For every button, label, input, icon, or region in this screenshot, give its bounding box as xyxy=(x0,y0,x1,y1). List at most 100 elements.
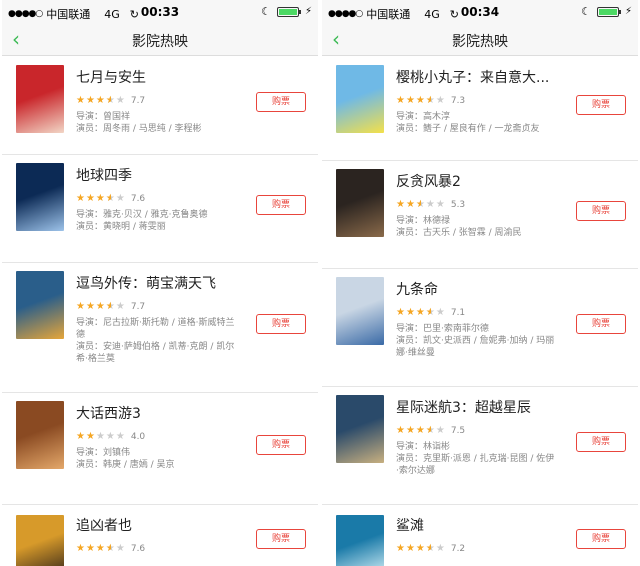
buy-ticket-button[interactable]: 购票 xyxy=(256,195,306,215)
moon-icon: ☾ xyxy=(581,5,591,18)
rating: ★★★★★★ 7.5 xyxy=(396,425,558,436)
rating: ★★★★★★ 7.2 xyxy=(396,543,558,554)
buy-ticket-button[interactable]: 购票 xyxy=(256,529,306,549)
rating: ★★★★★★ 7.6 xyxy=(76,543,238,554)
rating: ★★★★★★ 7.7 xyxy=(76,301,238,312)
movie-title[interactable]: 逗鸟外传：萌宝满天飞 xyxy=(76,273,238,293)
movie-director: 导演：雅克·贝汉 / 雅克·克鲁奥德 xyxy=(76,210,208,220)
movie-cast: 演员：凯文·史派西 / 詹妮弗·加纳 / 玛丽 娜·维丝曼 xyxy=(396,336,555,358)
rating: ★★★★★★ 5.3 xyxy=(396,199,558,210)
rating-score: 7.5 xyxy=(450,425,466,436)
movie-cast: 演员：周冬雨 / 马思纯 / 李程彬 xyxy=(76,124,202,134)
rating-score: 7.7 xyxy=(130,95,146,106)
movie-cast: 演员：黄晓明 / 蒋雯丽 xyxy=(76,222,166,232)
moon-icon: ☾ xyxy=(261,5,271,18)
star-rating-icon: ★★★★★★ xyxy=(76,95,126,106)
nav-bar: ‹ 影院热映 xyxy=(322,24,638,56)
movie-director: 导演：巴里·索南菲尔德 xyxy=(396,324,489,334)
movie-item[interactable]: 大话西游3 ★★★★★ 4.0 导演：刘镇伟演员：韩庚 / 唐嫣 / 吴京 购票 xyxy=(2,393,318,505)
rating: ★★★★★★ 7.1 xyxy=(396,307,558,318)
movie-director: 导演：林诣彬 xyxy=(396,442,451,452)
buy-ticket-button[interactable]: 购票 xyxy=(576,314,626,334)
movie-cast: 演员：鳍子 / 屋良有作 / 一龙斋贞友 xyxy=(396,124,540,134)
battery-icon xyxy=(276,6,301,17)
movie-item[interactable]: 七月与安生 ★★★★★★ 7.7 导演：曾国祥演员：周冬雨 / 马思纯 / 李程彬 购票 xyxy=(2,57,318,155)
rating-score: 4.0 xyxy=(130,431,146,442)
movie-title[interactable]: 地球四季 xyxy=(76,165,238,185)
battery-icon xyxy=(596,6,621,17)
buy-ticket-button[interactable]: 购票 xyxy=(256,314,306,334)
movie-item[interactable]: 九条命 ★★★★★★ 7.1 导演：巴里·索南菲尔德演员：凯文·史派西 / 詹妮弗·加… xyxy=(322,269,638,387)
movie-poster[interactable] xyxy=(336,65,384,133)
movie-poster[interactable] xyxy=(16,515,64,566)
left-screen: ●●●●○ 中国联通 4G ↻ 00:33 ☾ ⚡ ‹ 影院热映 七月与安生 ★★… xyxy=(2,0,318,566)
movie-poster[interactable] xyxy=(16,163,64,231)
star-rating-icon: ★★★★★★ xyxy=(396,199,446,210)
movie-director: 导演：尼古拉斯·斯托勒 / 道格·斯威特兰德 xyxy=(76,318,235,340)
movie-title[interactable]: 樱桃小丸子：来自意大... xyxy=(396,67,558,87)
movie-poster[interactable] xyxy=(336,515,384,566)
status-bar: ●●●●○ 中国联通 4G ↻ 00:34 ☾ ⚡ xyxy=(322,0,638,24)
rating-score: 5.3 xyxy=(450,199,466,210)
movie-title[interactable]: 星际迷航3：超越星辰 xyxy=(396,397,558,417)
page-title: 影院热映 xyxy=(452,34,508,50)
movie-item[interactable]: 逗鸟外传：萌宝满天飞 ★★★★★★ 7.7 导演：尼古拉斯·斯托勒 / 道格·斯威特兰… xyxy=(2,263,318,393)
movie-item[interactable]: 反贪风暴2 ★★★★★★ 5.3 导演：林德禄演员：古天乐 / 张智霖 / 周渝民 购票 xyxy=(322,161,638,269)
rating-score: 7.1 xyxy=(450,307,466,318)
movie-director: 导演：刘镇伟 xyxy=(76,448,131,458)
movie-director: 导演：曾国祥 xyxy=(76,112,131,122)
star-rating-icon: ★★★★★★ xyxy=(396,307,446,318)
movie-director: 导演：高木淳 xyxy=(396,112,451,122)
movie-poster[interactable] xyxy=(16,401,64,469)
star-rating-icon: ★★★★★★ xyxy=(396,95,446,106)
rating: ★★★★★★ 7.7 xyxy=(76,95,238,106)
movie-title[interactable]: 反贪风暴2 xyxy=(396,171,558,191)
movie-cast: 演员：古天乐 / 张智霖 / 周渝民 xyxy=(396,228,522,238)
movie-cast: 演员：安迪·萨姆伯格 / 凯蒂·克朗 / 凯尔 希·格兰莫 xyxy=(76,342,235,364)
movie-cast: 演员：克里斯·派恩 / 扎克瑞·昆图 / 佐伊 ·索尔达娜 xyxy=(396,454,555,476)
charging-icon: ⚡ xyxy=(304,6,312,17)
rating-score: 7.6 xyxy=(130,193,146,204)
movie-director: 导演：林德禄 xyxy=(396,216,451,226)
movie-item[interactable]: 樱桃小丸子：来自意大... ★★★★★★ 7.3 导演：高木淳演员：鳍子 / 屋良有作… xyxy=(322,57,638,161)
movie-title[interactable]: 追凶者也 xyxy=(76,515,238,535)
movie-poster[interactable] xyxy=(336,395,384,463)
movie-poster[interactable] xyxy=(336,277,384,345)
movie-title[interactable]: 大话西游3 xyxy=(76,403,238,423)
rating-score: 7.3 xyxy=(450,95,466,106)
star-rating-icon: ★★★★★ xyxy=(76,431,126,442)
rating-score: 7.6 xyxy=(130,543,146,554)
page-title: 影院热映 xyxy=(132,34,188,50)
status-bar: ●●●●○ 中国联通 4G ↻ 00:33 ☾ ⚡ xyxy=(2,0,318,24)
star-rating-icon: ★★★★★★ xyxy=(76,301,126,312)
movie-title[interactable]: 鲨滩 xyxy=(396,515,558,535)
buy-ticket-button[interactable]: 购票 xyxy=(576,529,626,549)
movie-title[interactable]: 七月与安生 xyxy=(76,67,238,87)
buy-ticket-button[interactable]: 购票 xyxy=(256,92,306,112)
rating-score: 7.7 xyxy=(130,301,146,312)
movie-poster[interactable] xyxy=(16,65,64,133)
star-rating-icon: ★★★★★★ xyxy=(396,543,446,554)
movie-poster[interactable] xyxy=(336,169,384,237)
buy-ticket-button[interactable]: 购票 xyxy=(576,201,626,221)
star-rating-icon: ★★★★★★ xyxy=(76,193,126,204)
rating: ★★★★★★ 7.6 xyxy=(76,193,238,204)
movie-item[interactable]: 鲨滩 ★★★★★★ 7.2 购票 xyxy=(322,505,638,566)
buy-ticket-button[interactable]: 购票 xyxy=(576,95,626,115)
buy-ticket-button[interactable]: 购票 xyxy=(576,432,626,452)
movie-poster[interactable] xyxy=(16,271,64,339)
star-rating-icon: ★★★★★★ xyxy=(396,425,446,436)
movie-item[interactable]: 星际迷航3：超越星辰 ★★★★★★ 7.5 导演：林诣彬演员：克里斯·派恩 / 扎克瑞… xyxy=(322,387,638,505)
movie-title[interactable]: 九条命 xyxy=(396,279,558,299)
right-screen: ●●●●○ 中国联通 4G ↻ 00:34 ☾ ⚡ ‹ 影院热映 樱桃小丸子：来… xyxy=(322,0,638,566)
nav-bar: ‹ 影院热映 xyxy=(2,24,318,56)
movie-item[interactable]: 追凶者也 ★★★★★★ 7.6 购票 xyxy=(2,505,318,566)
rating: ★★★★★ 4.0 xyxy=(76,431,238,442)
star-rating-icon: ★★★★★★ xyxy=(76,543,126,554)
movie-cast: 演员：韩庚 / 唐嫣 / 吴京 xyxy=(76,460,175,470)
buy-ticket-button[interactable]: 购票 xyxy=(256,435,306,455)
charging-icon: ⚡ xyxy=(624,6,632,17)
rating-score: 7.2 xyxy=(450,543,466,554)
movie-item[interactable]: 地球四季 ★★★★★★ 7.6 导演：雅克·贝汉 / 雅克·克鲁奥德演员：黄晓明 / … xyxy=(2,155,318,263)
rating: ★★★★★★ 7.3 xyxy=(396,95,558,106)
